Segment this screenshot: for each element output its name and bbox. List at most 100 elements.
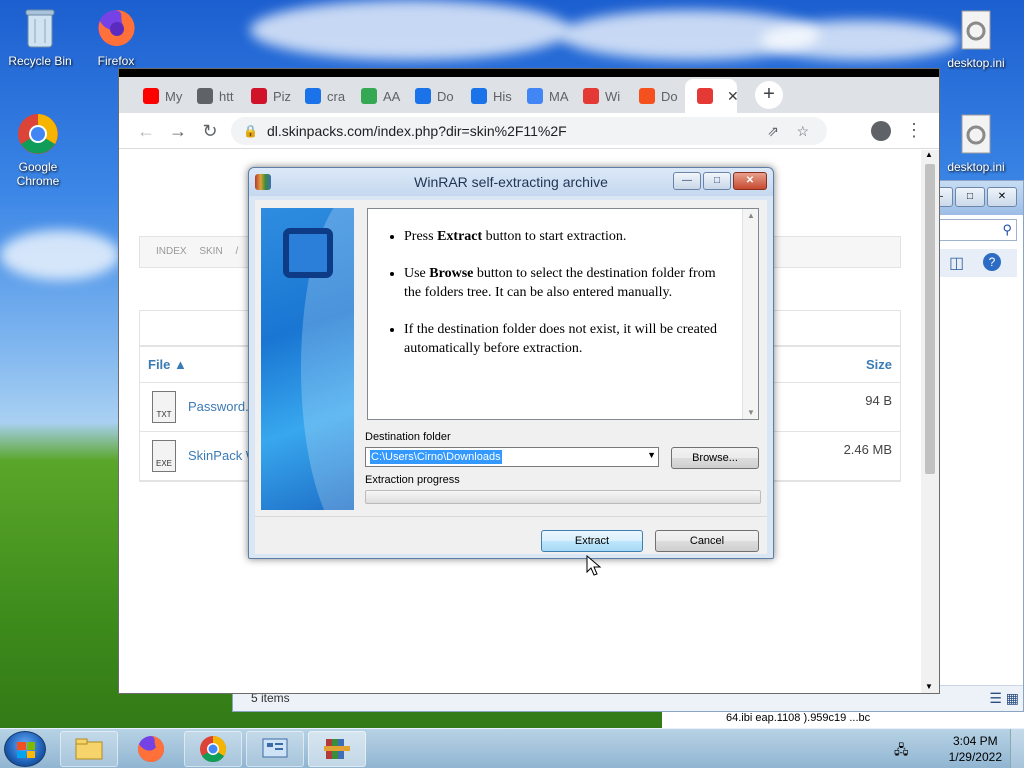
dialog-titlebar[interactable]: WinRAR self-extracting archive — □ ✕ bbox=[249, 168, 773, 196]
new-tab-button[interactable]: + bbox=[755, 81, 783, 109]
tab-label: Piz bbox=[273, 88, 292, 104]
taskbar-control-panel[interactable] bbox=[246, 731, 304, 767]
lock-icon[interactable]: 🔒 bbox=[243, 117, 258, 145]
desktop-icon-label: Recycle Bin bbox=[8, 54, 72, 68]
cancel-button[interactable]: Cancel bbox=[655, 530, 759, 552]
toolbar: ← → ↻ 🔒 dl.skinpacks.com/index.php?dir=s… bbox=[119, 113, 939, 149]
address-bar[interactable]: 🔒 dl.skinpacks.com/index.php?dir=skin%2F… bbox=[231, 117, 827, 145]
chrome-icon bbox=[16, 112, 60, 156]
download-icon bbox=[415, 88, 431, 104]
desktop-icon-label: desktop.ini bbox=[947, 160, 1005, 174]
tab-1[interactable]: My bbox=[131, 79, 187, 113]
desktop-icon-desktop-ini[interactable]: desktop.ini bbox=[938, 112, 1014, 174]
desktop-icon-google-chrome[interactable]: Google Chrome bbox=[0, 112, 76, 188]
search-icon: ⚲ bbox=[1002, 222, 1012, 237]
banner-square-logo bbox=[283, 228, 333, 278]
column-size[interactable]: Size bbox=[866, 357, 892, 372]
pizza-hut-icon bbox=[251, 88, 267, 104]
folder-icon bbox=[75, 738, 103, 760]
chrome-icon bbox=[200, 735, 227, 763]
maximize-icon[interactable]: □ bbox=[955, 187, 985, 207]
breadcrumb-index[interactable]: INDEX bbox=[156, 246, 187, 257]
tab-3[interactable]: Piz bbox=[239, 79, 295, 113]
page-scrollbar[interactable]: ▲ ▼ bbox=[921, 150, 939, 693]
close-icon[interactable]: ✕ bbox=[733, 172, 767, 190]
help-icon[interactable]: ? bbox=[983, 253, 1001, 271]
column-file[interactable]: File ▲ bbox=[148, 357, 187, 372]
extraction-progress-bar bbox=[365, 490, 761, 504]
share-icon[interactable]: ⇗ bbox=[767, 117, 779, 145]
network-icon[interactable]: 🖧 bbox=[894, 741, 909, 763]
desktop-icon-recycle-bin[interactable]: Recycle Bin bbox=[2, 6, 78, 68]
show-desktop-button[interactable] bbox=[1010, 729, 1024, 768]
tab-7[interactable]: His bbox=[459, 79, 515, 113]
minimize-icon[interactable]: — bbox=[673, 172, 701, 190]
sfx-side-banner bbox=[261, 208, 354, 510]
scroll-down-icon[interactable]: ▼ bbox=[747, 408, 755, 417]
taskbar-chrome[interactable] bbox=[184, 731, 242, 767]
tab-label: Do bbox=[437, 88, 454, 104]
destination-folder-combobox[interactable]: C:\Users\Cirno\Downloads ▼ bbox=[365, 447, 659, 467]
instructions-box: Press Extract button to start extraction… bbox=[367, 208, 759, 420]
close-icon[interactable]: ✕ bbox=[987, 187, 1017, 207]
extract-button[interactable]: Extract bbox=[541, 530, 643, 552]
desktop-icon-label: desktop.ini bbox=[947, 56, 1005, 70]
tab-10[interactable]: Do bbox=[627, 79, 683, 113]
history-icon bbox=[471, 88, 487, 104]
scroll-up-icon[interactable]: ▲ bbox=[925, 150, 933, 159]
instructions-scrollbar[interactable]: ▲ ▼ bbox=[742, 209, 758, 419]
file-size: 2.46 MB bbox=[843, 442, 892, 457]
close-tab-icon[interactable]: ✕ bbox=[727, 88, 739, 105]
preview-pane-icon[interactable]: ◫ bbox=[949, 253, 964, 273]
bookmark-star-icon[interactable]: ☆ bbox=[796, 117, 809, 145]
back-icon[interactable]: ← bbox=[135, 120, 157, 142]
desktop-icon-firefox[interactable]: Firefox bbox=[78, 6, 154, 68]
menu-kebab-icon[interactable]: ⋮ bbox=[905, 119, 923, 141]
browse-button[interactable]: Browse... bbox=[671, 447, 759, 469]
control-panel-icon bbox=[262, 738, 288, 758]
tab-2[interactable]: htt bbox=[185, 79, 241, 113]
tab-8[interactable]: MA bbox=[515, 79, 571, 113]
instructions-list: Press Extract button to start extraction… bbox=[404, 227, 734, 376]
clock[interactable]: 3:04 PM 1/29/2022 bbox=[949, 733, 1002, 765]
firefox-icon bbox=[138, 736, 164, 762]
explorer-search-input[interactable]: ⚲ bbox=[935, 219, 1017, 241]
winrar-sfx-dialog: WinRAR self-extracting archive — □ ✕ Pre… bbox=[248, 167, 774, 559]
settings-file-icon bbox=[954, 112, 998, 156]
chevron-down-icon[interactable]: ▼ bbox=[647, 450, 656, 460]
exe-file-icon: EXE bbox=[152, 440, 176, 472]
winrar-icon bbox=[324, 739, 350, 759]
pinwheel-icon bbox=[361, 88, 377, 104]
google-icon bbox=[527, 88, 543, 104]
taskbar: 🖧 3:04 PM 1/29/2022 bbox=[0, 728, 1024, 768]
taskbar-firefox[interactable] bbox=[122, 731, 180, 767]
desktop-icon-label: Google Chrome bbox=[16, 160, 60, 188]
taskbar-explorer[interactable] bbox=[60, 731, 118, 767]
forward-icon[interactable]: → bbox=[167, 120, 189, 142]
tab-label: Do bbox=[661, 88, 678, 104]
instruction-item: If the destination folder does not exist… bbox=[404, 320, 734, 358]
profile-avatar-icon[interactable] bbox=[871, 121, 891, 141]
url-text: dl.skinpacks.com/index.php?dir=skin%2F11… bbox=[267, 123, 567, 139]
button-separator bbox=[255, 516, 767, 517]
tab-9[interactable]: Wi bbox=[571, 79, 627, 113]
destination-folder-value[interactable]: C:\Users\Cirno\Downloads bbox=[370, 450, 502, 464]
scrollbar-thumb[interactable] bbox=[925, 164, 935, 474]
tab-11[interactable]: ✕ bbox=[685, 79, 739, 113]
tab-6[interactable]: Do bbox=[403, 79, 459, 113]
mouse-cursor-icon bbox=[586, 555, 602, 576]
scroll-up-icon[interactable]: ▲ bbox=[747, 211, 755, 220]
desktop-icon-desktop-ini[interactable]: desktop.ini bbox=[938, 8, 1014, 70]
system-tray: 🖧 3:04 PM 1/29/2022 bbox=[894, 729, 1024, 768]
reload-icon[interactable]: ↻ bbox=[199, 120, 221, 142]
view-mode-icons[interactable]: ☰ ▦ bbox=[989, 690, 1019, 707]
maximize-icon[interactable]: □ bbox=[703, 172, 731, 190]
file-name[interactable]: Password.t bbox=[188, 399, 252, 414]
start-button[interactable] bbox=[4, 731, 46, 767]
scroll-down-icon[interactable]: ▼ bbox=[925, 682, 933, 691]
tab-4[interactable]: cra bbox=[293, 79, 349, 113]
youtube-icon bbox=[143, 88, 159, 104]
breadcrumb-skin[interactable]: SKIN bbox=[199, 246, 222, 257]
tab-5[interactable]: AA bbox=[349, 79, 405, 113]
taskbar-winrar[interactable] bbox=[308, 731, 366, 767]
